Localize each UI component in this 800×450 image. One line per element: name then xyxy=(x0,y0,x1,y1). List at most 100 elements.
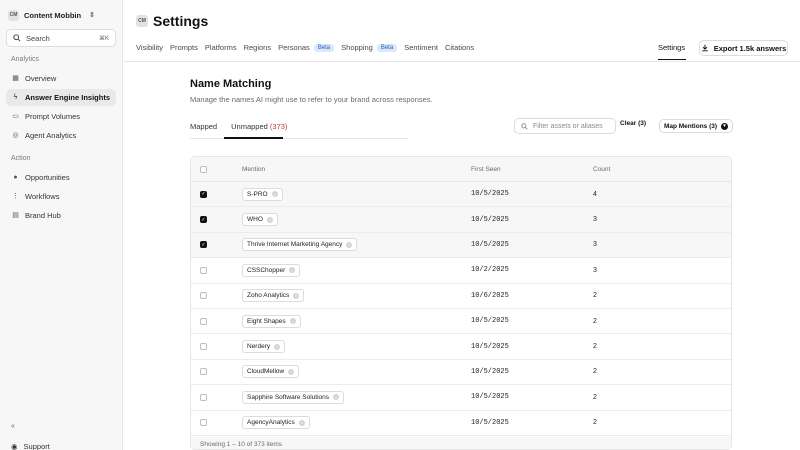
mention-chip[interactable]: CSSChopper × xyxy=(242,263,301,277)
tab-platforms[interactable]: Platforms xyxy=(205,43,237,52)
remove-icon[interactable]: × xyxy=(274,343,281,350)
tab-citations[interactable]: Citations xyxy=(445,43,474,52)
sidebar-item-label: Opportunities xyxy=(25,173,70,182)
tab-sentiment[interactable]: Sentiment xyxy=(404,43,438,52)
export-label: Export 1.5k answers xyxy=(713,43,787,53)
tab-personas[interactable]: Personas Beta xyxy=(278,43,335,52)
column-header-mention[interactable]: Mention xyxy=(242,157,265,181)
section-label-analytics: Analytics xyxy=(11,56,40,63)
row-select-cell: ✓ xyxy=(200,233,207,257)
mention-cell: Eight Shapes × xyxy=(242,309,301,333)
tab-shopping[interactable]: Shopping Beta xyxy=(341,43,398,52)
row-checkbox[interactable] xyxy=(200,368,207,376)
mention-label: WHO xyxy=(247,216,263,224)
workspace-switcher[interactable]: CM Content Mobbin ⇕ xyxy=(8,9,95,21)
agent-icon: ◎ xyxy=(12,132,19,139)
map-mentions-button[interactable]: Map Mentions (3) ▾ xyxy=(659,119,733,133)
sidebar-item-brand-hub[interactable]: ▤ Brand Hub xyxy=(6,207,116,224)
filter-input[interactable]: Filter assets or aliases xyxy=(514,118,616,134)
sidebar-item-label: Brand Hub xyxy=(25,211,61,220)
mention-chip[interactable]: Eight Shapes × xyxy=(242,314,301,328)
tab-unmapped[interactable]: Unmapped (373) xyxy=(231,122,287,131)
clear-selection-button[interactable]: Clear (3) xyxy=(620,120,646,127)
bolt-icon: ϟ xyxy=(13,94,18,101)
remove-icon[interactable]: × xyxy=(293,292,300,299)
row-checkbox[interactable] xyxy=(200,317,207,325)
select-all-checkbox[interactable] xyxy=(200,165,207,173)
search-button[interactable]: Search ⌘K xyxy=(6,29,116,47)
mention-label: Sapphire Software Solutions xyxy=(247,393,330,401)
pagination-summary: Showing 1 – 10 of 373 items xyxy=(200,440,283,448)
subtab-divider xyxy=(190,138,408,139)
row-checkbox[interactable] xyxy=(200,343,207,351)
tab-regions[interactable]: Regions xyxy=(244,43,272,52)
row-checkbox[interactable] xyxy=(200,266,207,274)
table-row[interactable]: CloudMellow × 10/5/2025 2 xyxy=(191,360,731,386)
mention-chip[interactable]: AgencyAnalytics × xyxy=(242,416,310,430)
row-select-cell xyxy=(200,258,207,282)
table-row[interactable]: Nerdery × 10/5/2025 2 xyxy=(191,334,731,360)
sidebar-item-overview[interactable]: ▦ Overview xyxy=(6,70,116,87)
sidebar-item-label: Answer Engine Insights xyxy=(25,93,111,102)
search-icon xyxy=(13,34,21,42)
mention-cell: S-PRO × xyxy=(242,182,283,206)
remove-icon[interactable]: × xyxy=(288,368,295,375)
row-checkbox[interactable]: ✓ xyxy=(200,241,207,249)
row-checkbox[interactable] xyxy=(200,292,207,300)
remove-icon[interactable]: × xyxy=(289,267,296,274)
mapping-tabs: Mapped Unmapped (373) xyxy=(190,122,287,131)
row-checkbox[interactable]: ✓ xyxy=(200,216,207,224)
header-divider xyxy=(124,61,800,62)
search-icon xyxy=(521,122,528,130)
table-row[interactable]: AgencyAnalytics × 10/5/2025 2 xyxy=(191,411,731,436)
table-row[interactable]: ✓ Thrive Internet Marketing Agency × 10/5/2… xyxy=(191,232,731,259)
mention-chip[interactable]: Nerdery × xyxy=(242,340,286,354)
remove-icon[interactable]: × xyxy=(346,241,353,248)
sidebar-item-label: Agent Analytics xyxy=(25,131,77,140)
sidebar-item-answer-engine-insights[interactable]: ϟ Answer Engine Insights xyxy=(6,89,116,106)
row-checkbox[interactable]: ✓ xyxy=(200,190,207,198)
download-icon xyxy=(701,44,708,52)
table-row[interactable]: Sapphire Software Solutions × 10/5/2025 2 xyxy=(191,385,731,411)
row-select-cell xyxy=(200,309,207,333)
sidebar-item-prompt-volumes[interactable]: ▭ Prompt Volumes xyxy=(6,108,116,125)
column-header-count[interactable]: Count xyxy=(593,157,610,181)
remove-icon[interactable]: × xyxy=(289,318,296,325)
select-all-cell xyxy=(200,157,207,181)
remove-icon[interactable]: × xyxy=(298,419,305,426)
table-row[interactable]: Eight Shapes × 10/5/2025 2 xyxy=(191,309,731,335)
column-header-first-seen[interactable]: First Seen xyxy=(471,157,501,181)
mention-chip[interactable]: CloudMellow × xyxy=(242,365,300,379)
export-button[interactable]: Export 1.5k answers xyxy=(699,40,788,56)
row-select-cell xyxy=(200,385,207,409)
sidebar: CM Content Mobbin ⇕ Search ⌘K Analytics … xyxy=(0,0,123,450)
sidebar-item-workflows[interactable]: ⋮ Workflows xyxy=(6,188,116,205)
mention-chip[interactable]: S-PRO × xyxy=(242,187,283,201)
sidebar-item-opportunities[interactable]: ● Opportunities xyxy=(6,169,116,186)
tab-settings[interactable]: Settings xyxy=(658,43,685,52)
remove-icon[interactable]: × xyxy=(333,394,340,401)
mention-chip[interactable]: WHO × xyxy=(242,213,278,227)
filter-placeholder: Filter assets or aliases xyxy=(533,122,603,130)
table-row[interactable]: ✓ S-PRO × 10/5/2025 4 xyxy=(191,182,731,208)
remove-icon[interactable]: × xyxy=(266,216,273,223)
row-select-cell xyxy=(200,411,207,435)
mention-chip[interactable]: Thrive Internet Marketing Agency × xyxy=(242,238,358,252)
mention-chip[interactable]: Sapphire Software Solutions × xyxy=(242,390,345,404)
unmapped-count: (373) xyxy=(269,122,288,131)
tab-visibility[interactable]: Visibility xyxy=(136,43,163,52)
chat-icon: ▭ xyxy=(12,113,19,120)
remove-icon[interactable]: × xyxy=(271,191,278,198)
row-checkbox[interactable] xyxy=(200,419,207,427)
tab-prompts[interactable]: Prompts xyxy=(170,43,198,52)
mention-cell: Thrive Internet Marketing Agency × xyxy=(242,233,358,257)
mention-chip[interactable]: Zoho Analytics × xyxy=(242,289,305,303)
table-row[interactable]: CSSChopper × 10/2/2025 3 xyxy=(191,258,731,284)
tab-mapped[interactable]: Mapped xyxy=(190,122,217,131)
collapse-sidebar-button[interactable]: « xyxy=(11,423,15,430)
row-checkbox[interactable] xyxy=(200,393,207,401)
sidebar-item-agent-analytics[interactable]: ◎ Agent Analytics xyxy=(6,127,116,144)
table-row[interactable]: Zoho Analytics × 10/6/2025 2 xyxy=(191,284,731,309)
support-link[interactable]: ◉ Support xyxy=(11,442,50,450)
table-row[interactable]: ✓ WHO × 10/5/2025 3 xyxy=(191,207,731,233)
